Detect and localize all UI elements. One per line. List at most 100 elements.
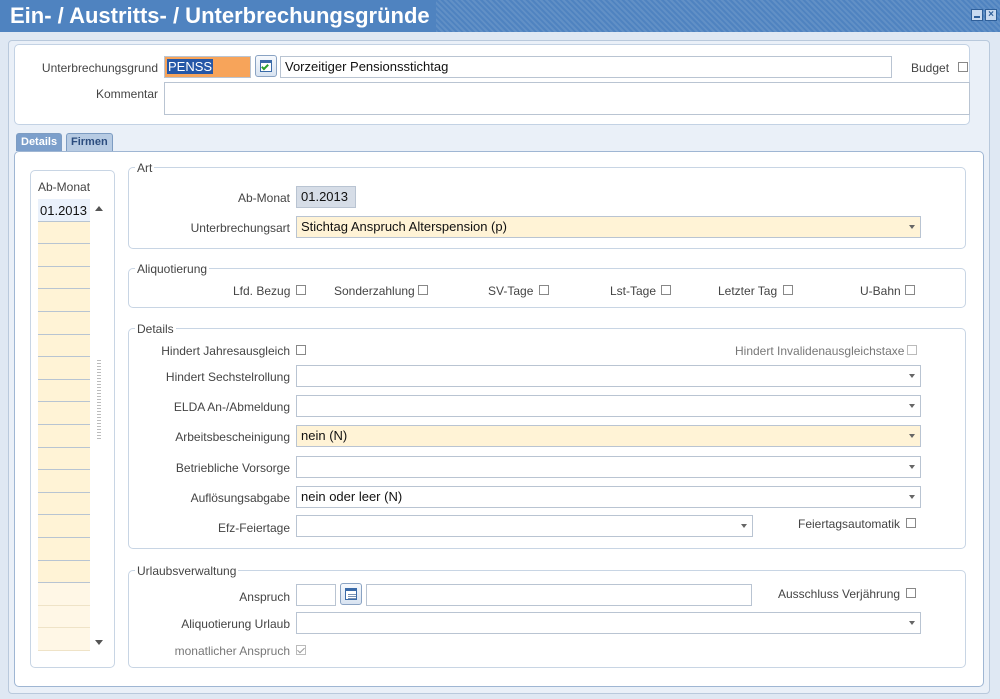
u-bahn-label: U-Bahn	[860, 284, 901, 298]
kommentar-input[interactable]	[164, 82, 970, 115]
ausschluss-verjaehrung-label: Ausschluss Verjährung	[778, 587, 901, 601]
close-icon: ×	[988, 9, 994, 20]
list-cell[interactable]	[38, 605, 90, 629]
chevron-down-icon	[909, 225, 915, 229]
list-cell[interactable]	[38, 266, 90, 290]
hindert-jahresausgleich-checkbox[interactable]	[296, 345, 306, 355]
lookup-check-button[interactable]	[255, 55, 277, 77]
scroll-up-button[interactable]	[93, 202, 105, 214]
ausschluss-verjaehrung-checkbox[interactable]	[906, 588, 916, 598]
art-group-title: Art	[135, 161, 155, 175]
arrow-up-icon	[95, 206, 103, 211]
list-cell[interactable]	[38, 515, 90, 538]
list-cell[interactable]	[38, 538, 90, 561]
minimize-button[interactable]	[971, 9, 983, 21]
list-cell[interactable]	[38, 560, 90, 584]
aufloesungsabgabe-label: Auflösungsabgabe	[190, 491, 290, 505]
feiertagsautomatik-label: Feiertagsautomatik	[798, 517, 901, 531]
anspruch-input[interactable]	[296, 584, 336, 606]
hindert-jahresausgleich-label: Hindert Jahresausgleich	[161, 344, 290, 358]
sv-tage-label: SV-Tage	[488, 284, 534, 298]
lst-tage-label: Lst-Tage	[610, 284, 657, 298]
window-title: Ein- / Austritts- / Unterbrechungsgründe	[0, 0, 436, 32]
feiertagsautomatik-checkbox[interactable]	[906, 518, 916, 528]
list-cell[interactable]	[38, 402, 90, 425]
unterbrechungsgrund-label: Unterbrechungsgrund	[41, 61, 158, 75]
chevron-down-icon	[909, 404, 915, 408]
kommentar-label: Kommentar	[95, 87, 158, 101]
efz-feiertage-label: Efz-Feiertage	[217, 521, 290, 535]
aliquotierung-group-title: Aliquotierung	[135, 262, 210, 276]
list-cell[interactable]	[38, 425, 90, 448]
monatlicher-anspruch-label: monatlicher Anspruch	[174, 644, 290, 658]
art-ab-monat-input: 01.2013	[296, 186, 356, 208]
list-cell[interactable]	[38, 334, 90, 358]
ab-monat-list-header: Ab-Monat	[38, 180, 91, 194]
chevron-down-icon	[909, 495, 915, 499]
list-cell[interactable]	[38, 244, 90, 267]
list-cell[interactable]	[38, 221, 90, 245]
aufloesungsabgabe-select[interactable]: nein oder leer (N)	[296, 486, 921, 508]
budget-label: Budget	[911, 61, 950, 75]
efz-feiertage-select[interactable]	[296, 515, 753, 537]
anspruch-lookup-button[interactable]	[340, 583, 362, 605]
list-cell[interactable]	[38, 628, 90, 651]
anspruch-text-input[interactable]	[366, 584, 752, 606]
arbeitsbescheinigung-label: Arbeitsbescheinigung	[175, 430, 290, 444]
list-cell[interactable]	[38, 447, 90, 471]
aufloesungsabgabe-value: nein oder leer (N)	[301, 489, 403, 504]
list-cell[interactable]	[38, 357, 90, 380]
hindert-invalidenausgleichstaxe-checkbox	[907, 345, 917, 355]
lst-tage-checkbox[interactable]	[661, 285, 671, 295]
title-bar: Ein- / Austritts- / Unterbrechungsgründe…	[0, 0, 1000, 32]
list-cell[interactable]	[38, 312, 90, 335]
chevron-down-icon	[909, 374, 915, 378]
hindert-sechstelrollung-select[interactable]	[296, 365, 921, 387]
list-item-0[interactable]: 01.2013	[40, 203, 87, 218]
scroll-thumb-grip[interactable]	[97, 360, 101, 440]
unterbrechungsgrund-text-input[interactable]: Vorzeitiger Pensionsstichtag	[280, 56, 892, 78]
details-group-title: Details	[135, 322, 176, 336]
lfd-bezug-checkbox[interactable]	[296, 285, 306, 295]
letzter-tag-label: Letzter Tag	[718, 284, 778, 298]
betriebliche-vorsorge-select[interactable]	[296, 456, 921, 478]
art-ab-monat-label: Ab-Monat	[237, 191, 290, 205]
scroll-down-button[interactable]	[93, 636, 105, 648]
arbeitsbescheinigung-value: nein (N)	[301, 428, 348, 443]
tab-firmen[interactable]: Firmen	[66, 133, 113, 151]
unterbrechungsgrund-code-input[interactable]: PENSS	[164, 56, 251, 78]
u-bahn-checkbox[interactable]	[905, 285, 915, 295]
unterbrechungsgrund-code-value: PENSS	[167, 59, 214, 74]
aliquotierung-urlaub-select[interactable]	[296, 612, 921, 634]
list-cell[interactable]	[38, 289, 90, 312]
unterbrechungsart-value: Stichtag Anspruch Alterspension (p)	[301, 219, 507, 234]
chevron-down-icon	[741, 524, 747, 528]
elda-select[interactable]	[296, 395, 921, 417]
list-cell[interactable]	[38, 379, 90, 403]
budget-checkbox[interactable]	[958, 62, 968, 72]
arrow-down-icon	[95, 640, 103, 645]
list-cell[interactable]	[38, 583, 90, 606]
monatlicher-anspruch-checkbox	[296, 645, 306, 655]
chevron-down-icon	[909, 621, 915, 625]
tab-details[interactable]: Details	[16, 133, 63, 151]
list-cell[interactable]	[38, 470, 90, 493]
sonderzahlung-checkbox[interactable]	[418, 285, 428, 295]
arbeitsbescheinigung-select[interactable]: nein (N)	[296, 425, 921, 447]
sv-tage-checkbox[interactable]	[539, 285, 549, 295]
close-button[interactable]: ×	[985, 9, 997, 21]
aliquotierung-urlaub-label: Aliquotierung Urlaub	[181, 617, 290, 631]
list-cell[interactable]	[38, 492, 90, 516]
betriebliche-vorsorge-label: Betriebliche Vorsorge	[175, 461, 290, 475]
hindert-sechstelrollung-label: Hindert Sechstelrollung	[165, 370, 290, 384]
letzter-tag-checkbox[interactable]	[783, 285, 793, 295]
checkmark-calendar-icon	[260, 60, 272, 72]
minimize-icon	[974, 16, 980, 18]
hindert-invalidenausgleichstaxe-label: Hindert Invalidenausgleichstaxe	[735, 344, 905, 358]
unterbrechungsart-select[interactable]: Stichtag Anspruch Alterspension (p)	[296, 216, 921, 238]
unterbrechungsart-label: Unterbrechungsart	[190, 221, 290, 235]
anspruch-label: Anspruch	[239, 590, 290, 604]
chevron-down-icon	[909, 434, 915, 438]
calendar-icon	[345, 588, 357, 600]
elda-label: ELDA An-/Abmeldung	[173, 400, 290, 414]
